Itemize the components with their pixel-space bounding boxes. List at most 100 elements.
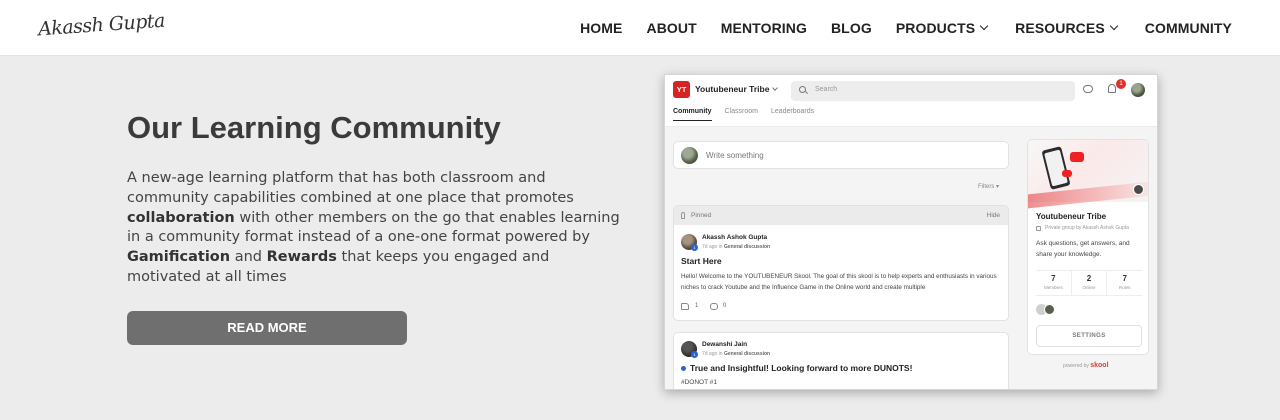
mockup-body: Write something Filters ▾ Pinned Hide 1 … (665, 127, 1157, 389)
stat-rules: 7 Rules (1106, 271, 1142, 295)
skool-logo: skool (1090, 362, 1109, 369)
page-title: Our Learning Community (127, 110, 501, 145)
post-text: #DONOT #1 (681, 379, 718, 386)
powered-by: powered by skool (1063, 362, 1109, 369)
avatar (1044, 304, 1055, 315)
signature-logo[interactable]: Akassh Gupta (37, 6, 172, 46)
avatar: 1 (681, 341, 698, 358)
stat-value: 2 (1086, 274, 1092, 283)
post-time: 7d ago in (702, 244, 724, 250)
banner-swoosh (1028, 181, 1148, 209)
pin-icon (681, 212, 685, 219)
like-icon (681, 303, 689, 310)
settings-button: SETTINGS (1036, 325, 1142, 347)
nav-blog[interactable]: BLOG (831, 20, 872, 36)
read-more-button[interactable]: READ MORE (127, 311, 407, 345)
stat-label: Rules (1118, 285, 1131, 290)
powered-by-text: powered by (1063, 363, 1091, 369)
group-banner-image (1028, 140, 1148, 209)
stat-label: Online (1082, 285, 1096, 290)
chevron-down-icon (979, 21, 989, 31)
nav-community[interactable]: COMMUNITY (1145, 20, 1232, 36)
community-screenshot: YT Youtubeneur Tribe Search 1 Community … (664, 74, 1158, 390)
mockup-tabs: Community Classroom Leaderboards (673, 108, 814, 121)
group-logo-badge: YT (673, 81, 690, 98)
nav-about[interactable]: ABOUT (646, 20, 696, 36)
filters-label: Filters ▾ (978, 184, 1000, 190)
chevron-down-icon (1109, 21, 1119, 31)
lock-icon (1036, 226, 1041, 231)
tab-leaderboards: Leaderboards (770, 108, 815, 115)
chat-icon (1083, 85, 1093, 93)
post-author: Dewanshi Jain (702, 341, 748, 348)
stat-online: 2 Online (1070, 271, 1107, 295)
nav-home-label: HOME (580, 20, 623, 36)
post-title: Start Here (681, 256, 722, 266)
avatar (1131, 83, 1145, 97)
level-badge: 1 (691, 244, 698, 251)
post-author: Akassh Ashok Gupta (702, 234, 768, 241)
comment-count: 0 (723, 303, 727, 309)
mockup-search-input: Search (791, 81, 1075, 101)
hero-text-3: and (230, 249, 267, 266)
nav-about-label: ABOUT (646, 20, 697, 36)
hero-bold-collaboration: collaboration (127, 209, 235, 226)
bell-icon (1108, 84, 1116, 93)
main-nav: HOME ABOUT MENTORING BLOG PRODUCTS RESOU… (580, 0, 1232, 56)
post-title-text: True and Insightful! Looking forward to … (690, 363, 913, 373)
post-time: 7d ago in (702, 351, 724, 357)
stat-label: Members (1043, 285, 1063, 290)
tab-classroom: Classroom (724, 108, 758, 115)
post-meta: 7d ago in General discussion (702, 351, 770, 357)
youtube-play-icon (1062, 170, 1072, 177)
group-privacy: Private group by Akassh Ashok Gupta (1045, 225, 1129, 231)
hide-label: Hide (986, 212, 1000, 219)
comment-icon (710, 303, 718, 310)
logo-signature: Akassh Gupta (37, 9, 166, 41)
notification-badge: 1 (1116, 79, 1126, 89)
nav-mentoring-label: MENTORING (720, 20, 807, 36)
list-item: Pinned Hide 1 Akassh Ashok Gupta 7d ago … (673, 205, 1009, 321)
level-badge: 1 (691, 351, 698, 358)
nav-products-label: PRODUCTS (895, 20, 976, 36)
nav-community-label: COMMUNITY (1144, 20, 1232, 36)
group-stats: 7 Members 2 Online 7 Rules (1036, 270, 1142, 296)
post-text: Hello! Welcome to the YOUTUBENEUR Skool.… (681, 273, 997, 291)
stat-value: 7 (1122, 274, 1127, 283)
group-description: Ask questions, get answers, and share yo… (1036, 240, 1130, 258)
nav-mentoring[interactable]: MENTORING (721, 20, 807, 36)
nav-home[interactable]: HOME (580, 20, 622, 36)
hero-bold-gamification: Gamification (127, 249, 231, 266)
group-name: Youtubeneur Tribe (695, 84, 770, 94)
unread-dot-icon (681, 366, 686, 372)
post-meta: 7d ago in General discussion (702, 244, 770, 250)
like-count: 1 (695, 303, 699, 309)
nav-resources-label: RESOURCES (1015, 20, 1105, 36)
mockup-topbar: YT Youtubeneur Tribe Search 1 Community … (665, 75, 1157, 127)
avatar: 1 (681, 234, 698, 251)
write-placeholder: Write something (706, 151, 764, 160)
write-something-box: Write something (673, 141, 1009, 169)
hero-text-1: A new-age learning platform that has bot… (127, 170, 574, 206)
post-title: True and Insightful! Looking forward to … (681, 363, 912, 373)
post-category: General discussion (723, 244, 771, 250)
group-title: Youtubeneur Tribe (1036, 212, 1107, 221)
hero-bold-rewards: Rewards (266, 249, 337, 266)
nav-products[interactable]: PRODUCTS (895, 20, 989, 36)
post-category: General discussion (723, 351, 771, 357)
pinned-bar: Pinned Hide (674, 206, 1008, 225)
phone-screen (1044, 149, 1068, 187)
search-icon (799, 86, 806, 93)
pinned-label: Pinned (691, 212, 712, 219)
group-info-card: Youtubeneur Tribe Private group by Akass… (1027, 139, 1149, 355)
stat-members: 7 Members (1036, 271, 1071, 295)
tab-community: Community (673, 108, 712, 121)
nav-blog-label: BLOG (830, 20, 872, 36)
avatar (681, 147, 698, 164)
search-placeholder: Search (815, 86, 838, 93)
phone-illustration (1041, 146, 1071, 190)
nav-resources[interactable]: RESOURCES (1015, 20, 1119, 36)
chevron-down-icon (772, 85, 778, 91)
stat-value: 7 (1051, 274, 1056, 283)
youtube-play-icon (1070, 152, 1084, 162)
